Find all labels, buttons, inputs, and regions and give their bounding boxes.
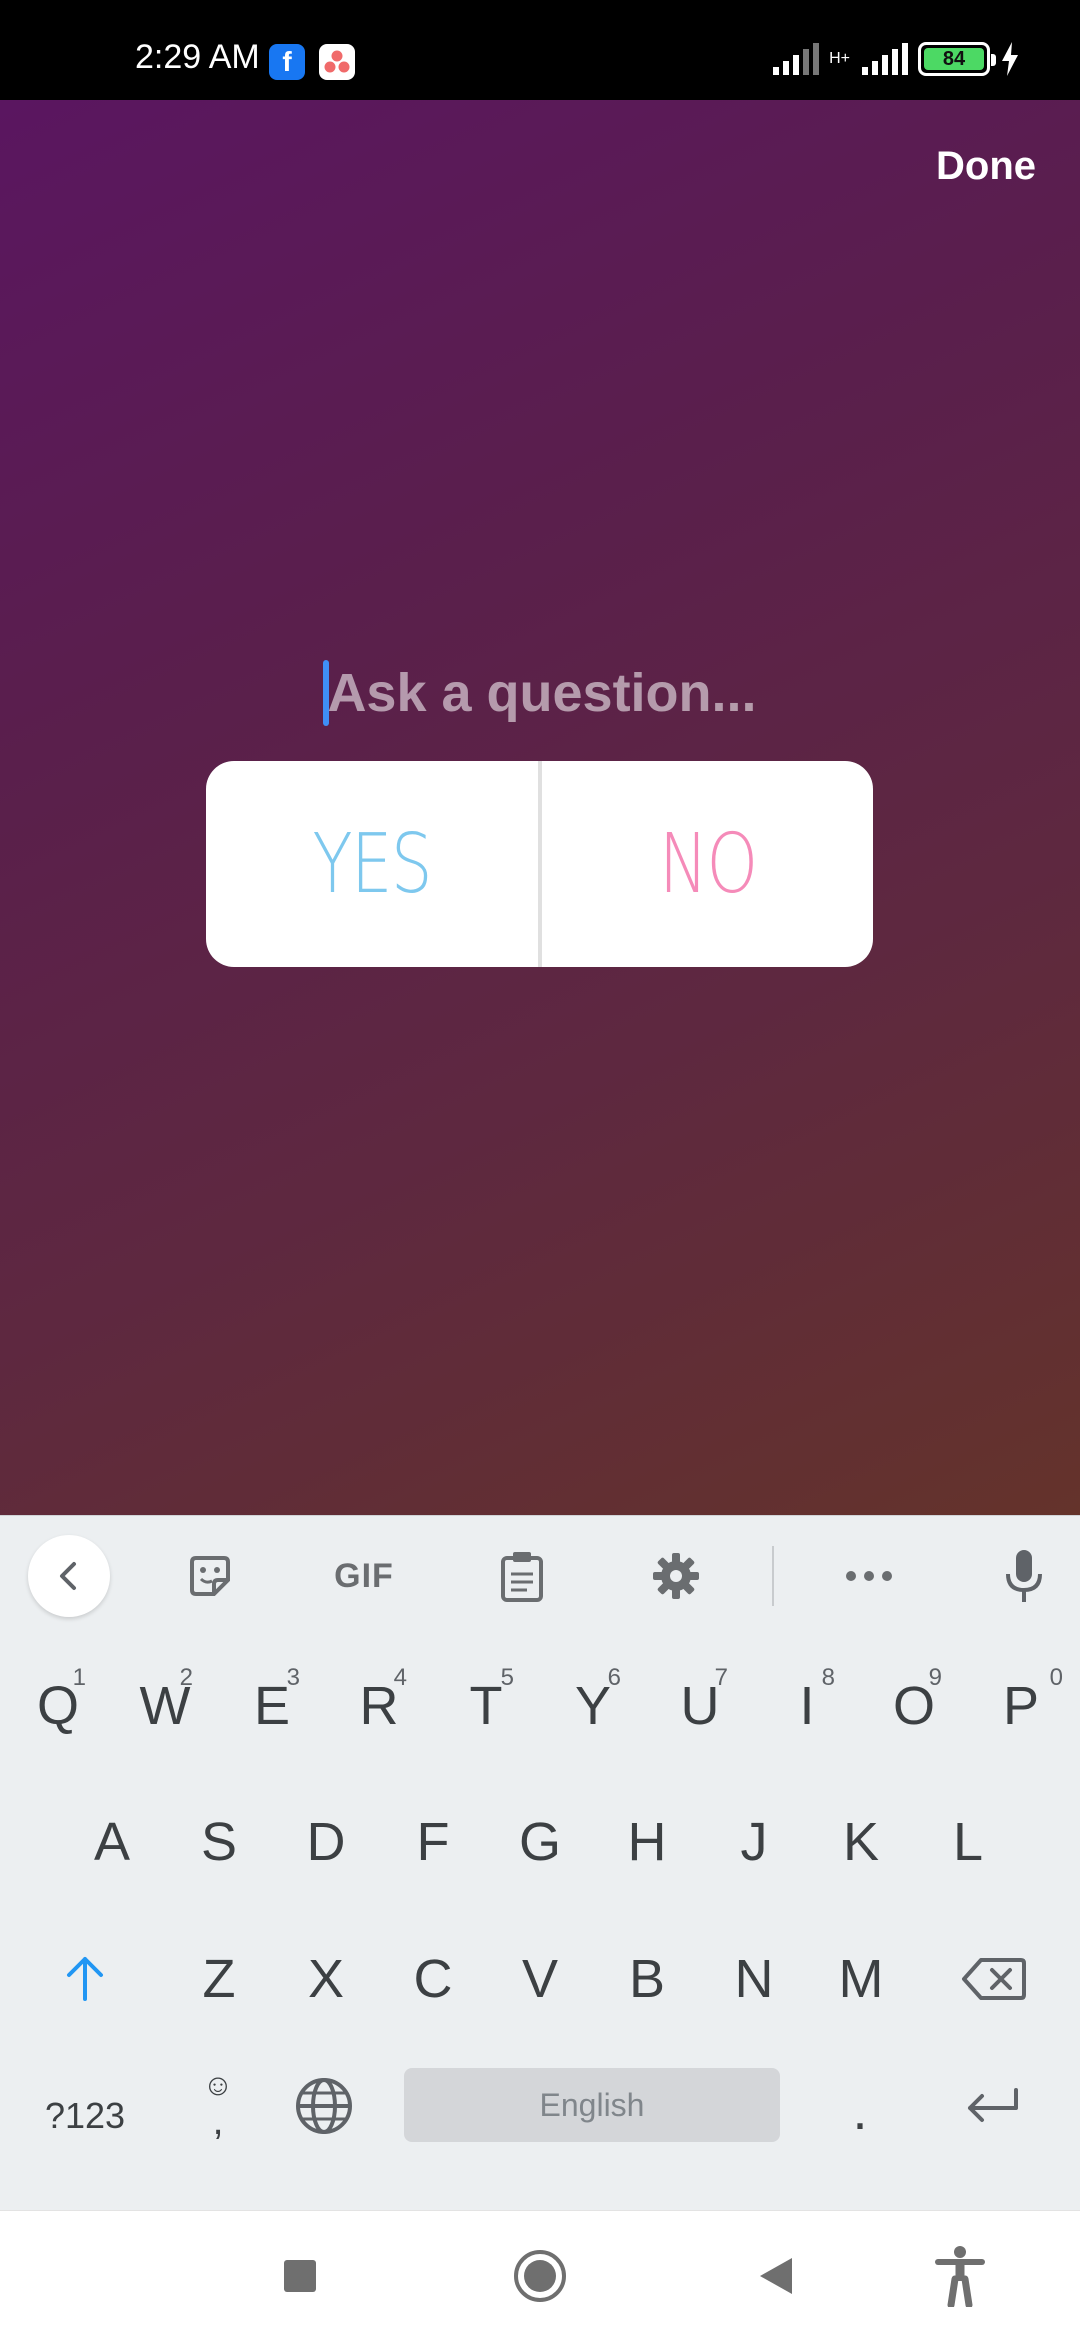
- key-d[interactable]: D: [276, 1782, 376, 1902]
- key-f[interactable]: F: [383, 1782, 483, 1902]
- period-key[interactable]: .: [810, 2051, 910, 2171]
- clipboard-icon[interactable]: [492, 1538, 552, 1614]
- emoji-comma-key[interactable]: ☺ ,: [168, 2046, 268, 2166]
- poll-sticker[interactable]: YES NO: [206, 761, 873, 967]
- chevron-left-icon[interactable]: [28, 1535, 110, 1617]
- story-canvas: Done Ask a question... YES NO: [0, 100, 1080, 1515]
- key-v[interactable]: V: [490, 1919, 590, 2039]
- key-g[interactable]: G: [490, 1782, 590, 1902]
- status-bar: 2:29 AM f H+ 84: [0, 0, 1080, 100]
- battery-level: 84: [924, 48, 984, 70]
- shift-key[interactable]: [35, 1919, 135, 2039]
- space-key[interactable]: English: [404, 2068, 780, 2142]
- poll-option-yes[interactable]: YES: [239, 761, 504, 967]
- poll-divider: [537, 761, 542, 967]
- key-h[interactable]: H: [597, 1782, 697, 1902]
- battery-icon: 84: [918, 42, 996, 76]
- key-b[interactable]: B: [597, 1919, 697, 2039]
- recent-apps-icon[interactable]: [270, 2246, 330, 2306]
- gear-icon[interactable]: [646, 1538, 706, 1614]
- backspace-key[interactable]: [944, 1919, 1044, 2039]
- gif-label: GIF: [334, 1556, 394, 1595]
- asana-icon: [319, 44, 355, 80]
- home-icon[interactable]: [510, 2246, 570, 2306]
- microphone-icon[interactable]: [994, 1538, 1054, 1614]
- toolbar-separator: [772, 1546, 774, 1606]
- question-input[interactable]: Ask a question...: [327, 662, 756, 724]
- keyboard-row-3: Z X C V B N M: [0, 1919, 1080, 2049]
- status-indicators: H+ 84: [773, 42, 1020, 76]
- key-n[interactable]: N: [704, 1919, 804, 2039]
- accessibility-icon[interactable]: [930, 2246, 990, 2307]
- poll-option-no[interactable]: NO: [575, 761, 840, 967]
- done-button[interactable]: Done: [936, 144, 1036, 189]
- arrow-up-icon: [67, 1957, 103, 2001]
- enter-key[interactable]: [942, 2046, 1042, 2166]
- key-a[interactable]: A: [62, 1782, 162, 1902]
- globe-icon[interactable]: [274, 2046, 374, 2166]
- keyboard: GIF Q 1 W 2 E 3 R 4 T 5 Y 6 U 7 I 8 O 9 …: [0, 1515, 1080, 2210]
- key-c[interactable]: C: [383, 1919, 483, 2039]
- key-k[interactable]: K: [811, 1782, 911, 1902]
- key-o[interactable]: O9: [864, 1646, 964, 1766]
- key-s[interactable]: S: [169, 1782, 269, 1902]
- key-y[interactable]: Y6: [543, 1646, 643, 1766]
- keyboard-toolbar: GIF: [0, 1516, 1080, 1636]
- key-w[interactable]: W2: [115, 1646, 215, 1766]
- key-x[interactable]: X: [276, 1919, 376, 2039]
- status-time: 2:29 AM: [135, 38, 260, 76]
- keyboard-row-2: A S D F G H J K L: [0, 1782, 1080, 1912]
- signal-icon: [862, 43, 908, 75]
- navigation-bar: [0, 2210, 1080, 2340]
- comma-glyph: ,: [212, 2099, 224, 2143]
- key-r[interactable]: R4: [329, 1646, 429, 1766]
- keyboard-row-4: ?123 ☺ , English .: [0, 2056, 1080, 2186]
- key-j[interactable]: J: [704, 1782, 804, 1902]
- key-z[interactable]: Z: [169, 1919, 269, 2039]
- back-icon[interactable]: [746, 2246, 806, 2306]
- backspace-icon: [962, 1958, 1026, 2000]
- keyboard-row-1: Q1 W2 E3 R4 T5 Y6 U7 I8 O9 P0: [0, 1646, 1080, 1776]
- charging-icon: [1002, 42, 1018, 76]
- key-u[interactable]: U7: [650, 1646, 750, 1766]
- key-m[interactable]: M: [811, 1919, 911, 2039]
- signal-icon: [773, 43, 820, 75]
- question-field[interactable]: Ask a question...: [0, 660, 1080, 726]
- emoji-icon: ☺: [202, 2069, 234, 2102]
- gif-icon[interactable]: GIF: [322, 1538, 406, 1614]
- symbols-key[interactable]: ?123: [35, 2056, 135, 2176]
- key-e[interactable]: E3: [222, 1646, 322, 1766]
- key-p[interactable]: P0: [971, 1646, 1071, 1766]
- key-l[interactable]: L: [918, 1782, 1018, 1902]
- key-q[interactable]: Q1: [8, 1646, 108, 1766]
- more-icon[interactable]: [838, 1538, 900, 1614]
- sticker-icon[interactable]: [180, 1538, 240, 1614]
- key-i[interactable]: I8: [757, 1646, 857, 1766]
- enter-icon: [968, 2088, 1018, 2122]
- facebook-icon: f: [269, 44, 305, 80]
- key-t[interactable]: T5: [436, 1646, 536, 1766]
- network-type: H+: [829, 50, 850, 67]
